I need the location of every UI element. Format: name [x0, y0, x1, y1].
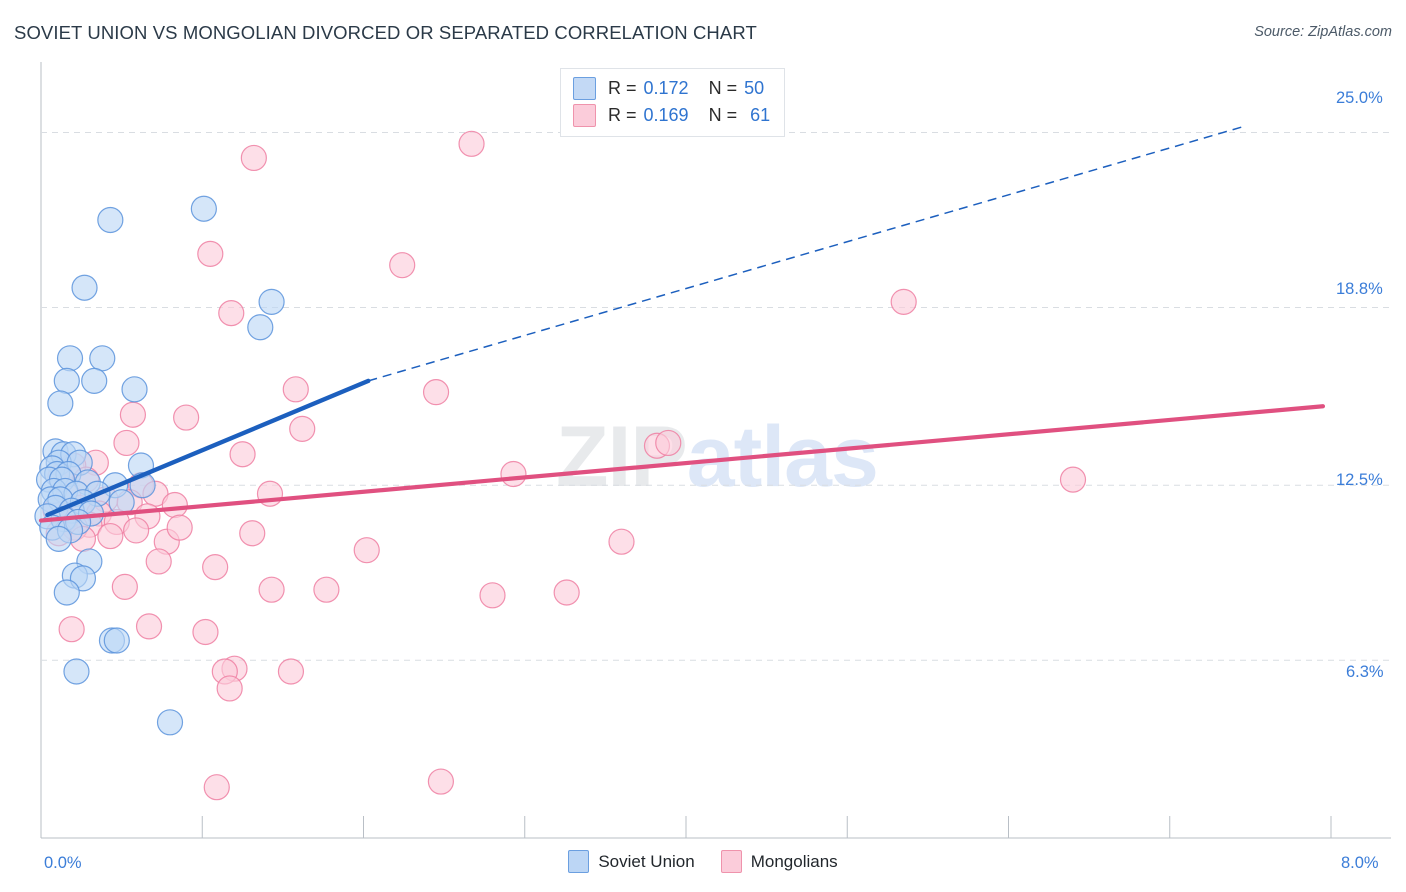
data-point — [500, 460, 527, 488]
data-point — [258, 576, 285, 603]
data-point — [608, 528, 635, 555]
swatch-soviet-union-icon — [573, 77, 596, 100]
data-point — [203, 774, 230, 801]
data-point — [353, 537, 380, 564]
stats-row-soviet-union: R = 0.172 N = 50 — [573, 75, 770, 102]
n-value-soviet: 50 — [744, 78, 765, 98]
legend-swatch-mongolians-icon — [720, 850, 742, 873]
data-point — [103, 627, 130, 654]
data-point — [58, 616, 85, 643]
data-point — [156, 709, 184, 736]
data-point — [56, 345, 84, 372]
data-point — [161, 491, 188, 519]
data-point — [216, 675, 243, 702]
data-point — [277, 658, 305, 685]
data-point — [97, 522, 124, 550]
data-point — [422, 379, 450, 406]
data-point — [479, 582, 506, 609]
data-point — [427, 768, 454, 795]
data-point — [313, 576, 340, 603]
data-point — [1059, 466, 1087, 493]
data-point — [53, 367, 80, 394]
data-point — [53, 579, 80, 606]
legend-item-soviet-union[interactable]: Soviet Union — [568, 850, 695, 873]
data-point — [47, 390, 74, 417]
data-point — [121, 376, 148, 403]
y-tick-label-25: 25.0% — [1336, 89, 1383, 107]
data-point — [135, 613, 163, 640]
data-point — [240, 144, 267, 172]
data-point — [63, 658, 90, 685]
data-point — [289, 415, 316, 442]
data-point — [166, 514, 193, 541]
series-legend: Soviet Union Mongolians — [0, 850, 1406, 873]
legend-swatch-soviet-union-icon — [568, 850, 590, 873]
stats-row-mongolians: R = 0.169 N = 61 — [573, 102, 770, 129]
data-point — [247, 314, 274, 341]
correlation-stats-legend: R = 0.172 N = 50 R = 0.169 N = 61 — [560, 68, 786, 137]
swatch-mongolians-icon — [573, 104, 596, 127]
y-tick-label-12: 12.5% — [1336, 471, 1383, 489]
data-point — [202, 554, 229, 581]
data-point — [71, 274, 98, 301]
data-point — [553, 579, 580, 606]
legend-label-soviet-union: Soviet Union — [598, 851, 695, 871]
data-point — [119, 401, 147, 428]
r-value-mongolians: 0.169 — [643, 105, 689, 125]
data-point — [173, 404, 200, 431]
y-tick-label-6: 6.3% — [1346, 663, 1384, 681]
data-point — [111, 573, 138, 600]
data-point — [192, 618, 219, 646]
data-point — [218, 300, 245, 327]
data-point — [655, 429, 682, 457]
data-point — [389, 252, 416, 279]
n-label-mongolians: N = — [708, 105, 738, 125]
data-point — [89, 345, 116, 372]
legend-item-mongolians[interactable]: Mongolians — [720, 850, 838, 873]
data-point — [45, 525, 72, 552]
data-point — [458, 130, 485, 157]
data-point — [81, 367, 108, 394]
data-point — [197, 240, 224, 267]
r-value-soviet: 0.172 — [643, 78, 689, 98]
n-value-mongolians: 61 — [750, 105, 771, 125]
n-label-soviet: N = — [708, 78, 738, 98]
data-point — [258, 288, 285, 315]
data-point — [239, 520, 266, 547]
data-point — [229, 441, 256, 468]
trendline-soviet-union-projection — [368, 126, 1243, 382]
data-point — [97, 206, 124, 234]
correlation-chart: SOVIET UNION VS MONGOLIAN DIVORCED OR SE… — [0, 0, 1406, 892]
r-label-mongolians: R = — [608, 105, 637, 125]
data-point — [190, 195, 217, 222]
legend-label-mongolians: Mongolians — [750, 851, 838, 871]
y-tick-label-18: 18.8% — [1336, 280, 1383, 298]
data-point — [145, 548, 172, 575]
data-point — [113, 429, 140, 457]
r-label-soviet: R = — [608, 78, 637, 98]
scatter-series-mongolians — [42, 130, 1087, 801]
data-point — [890, 288, 917, 315]
data-point — [282, 376, 309, 403]
data-point — [123, 517, 150, 544]
